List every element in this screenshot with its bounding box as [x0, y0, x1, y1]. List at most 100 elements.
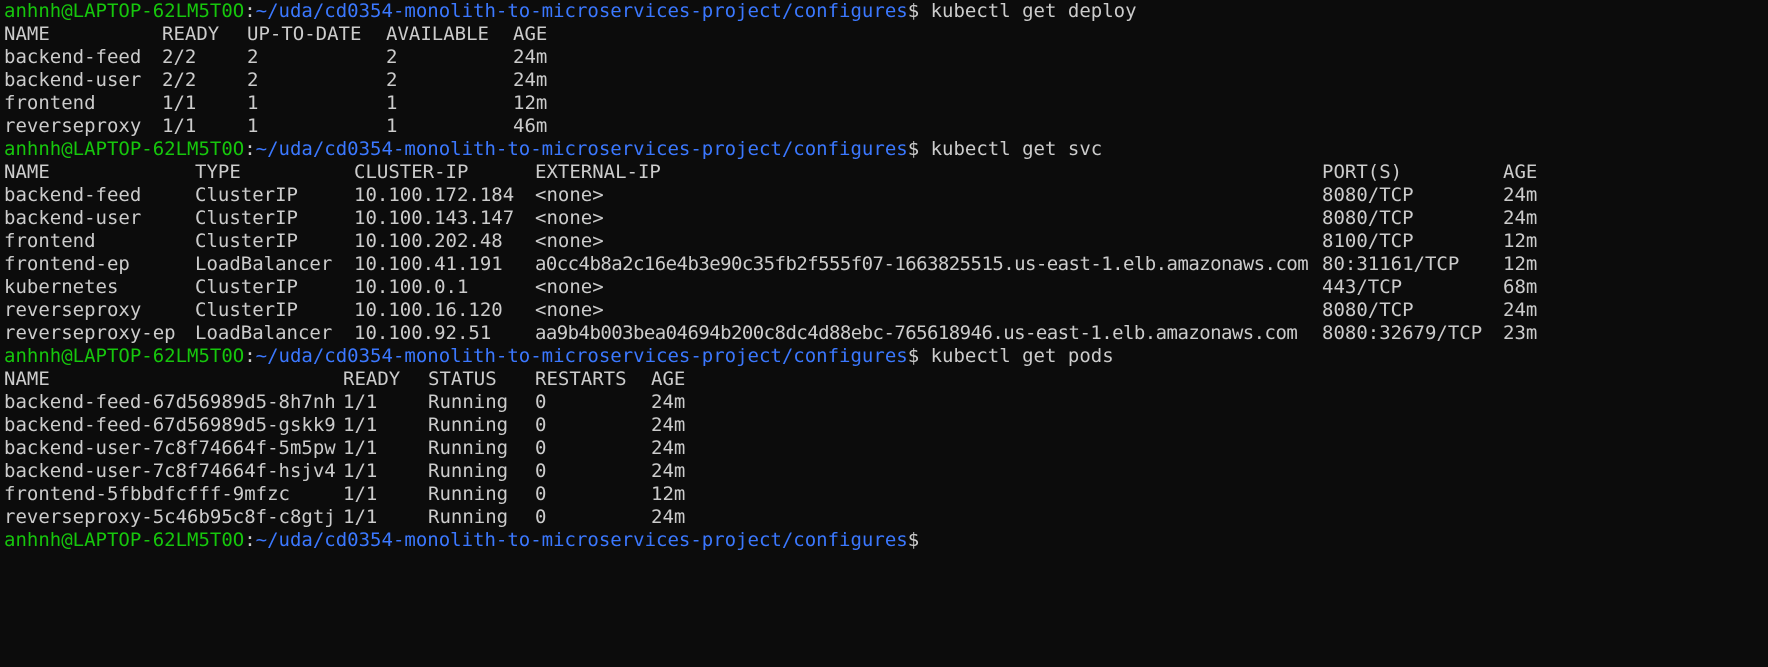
- table-cell: ClusterIP: [195, 207, 298, 229]
- table-cell: backend-feed: [4, 184, 142, 206]
- table-cell: 24m: [651, 437, 686, 459]
- column-header: NAME: [4, 161, 50, 183]
- table-cell: 24m: [651, 460, 686, 482]
- table-cell: reverseproxy-ep: [4, 322, 176, 344]
- table-cell: backend-feed: [4, 46, 142, 68]
- table-cell: Running: [428, 414, 509, 436]
- column-header: AGE: [651, 368, 686, 390]
- table-cell: 2/2: [162, 69, 197, 91]
- table-cell: 0: [535, 391, 547, 413]
- table-row: backend-feed-67d56989d5-gskk9 1/1 Runnin…: [4, 414, 1768, 437]
- prompt-line-svc: anhnh@LAPTOP-62LM5T0O:~/uda/cd0354-monol…: [4, 138, 1768, 161]
- table-cell: a0cc4b8a2c16e4b3e90c35fb2f555f07-1663825…: [535, 253, 1309, 275]
- command-text: kubectl get pods: [930, 345, 1114, 367]
- table-cell: 1: [386, 115, 398, 137]
- table-cell: <none>: [535, 207, 604, 229]
- table-cell: 8080:32679/TCP: [1322, 322, 1483, 344]
- table-row: reverseproxy-ep LoadBalancer 10.100.92.5…: [4, 322, 1768, 345]
- table-cell: 24m: [1503, 184, 1538, 206]
- table-cell: backend-user-7c8f74664f-hsjv4: [4, 460, 336, 482]
- table-cell: <none>: [535, 184, 604, 206]
- table-row: backend-user ClusterIP 10.100.143.147 <n…: [4, 207, 1768, 230]
- table-cell: 2: [386, 69, 398, 91]
- table-row: backend-feed ClusterIP 10.100.172.184 <n…: [4, 184, 1768, 207]
- table-cell: <none>: [535, 230, 604, 252]
- table-cell: 0: [535, 460, 547, 482]
- table-row: frontend-ep LoadBalancer 10.100.41.191 a…: [4, 253, 1768, 276]
- table-cell: 24m: [651, 414, 686, 436]
- table-cell: kubernetes: [4, 276, 119, 298]
- table-cell: 1/1: [162, 115, 197, 137]
- table-cell: ClusterIP: [195, 230, 298, 252]
- table-cell: frontend: [4, 230, 96, 252]
- table-row: frontend-5fbbdfcfff-9mfzc 1/1 Running 0 …: [4, 483, 1768, 506]
- column-header: NAME: [4, 368, 50, 390]
- prompt-separator: :: [244, 138, 256, 160]
- column-header: STATUS: [428, 368, 497, 390]
- table-cell: 68m: [1503, 276, 1538, 298]
- prompt-user-host: anhnh@LAPTOP-62LM5T0O: [4, 345, 245, 367]
- table-cell: reverseproxy: [4, 115, 142, 137]
- table-cell: ClusterIP: [195, 276, 298, 298]
- table-cell: 0: [535, 437, 547, 459]
- prompt-user-host: anhnh@LAPTOP-62LM5T0O: [4, 0, 245, 22]
- table-row: frontend ClusterIP 10.100.202.48 <none> …: [4, 230, 1768, 253]
- column-header: READY: [343, 368, 401, 390]
- table-cell: Running: [428, 437, 509, 459]
- table-row: backend-feed 2/2 2 2 24m: [4, 46, 1768, 69]
- table-cell: backend-feed-67d56989d5-gskk9: [4, 414, 336, 436]
- table-cell: ClusterIP: [195, 184, 298, 206]
- table-cell: 12m: [1503, 230, 1538, 252]
- table-row: reverseproxy ClusterIP 10.100.16.120 <no…: [4, 299, 1768, 322]
- table-row: reverseproxy-5c46b95c8f-c8gtj 1/1 Runnin…: [4, 506, 1768, 529]
- table-cell: 8080/TCP: [1322, 184, 1414, 206]
- table-cell: 10.100.172.184: [354, 184, 515, 206]
- table-cell: 12m: [651, 483, 686, 505]
- table-cell: 1/1: [343, 437, 378, 459]
- column-header: TYPE: [195, 161, 241, 183]
- pods-table-header: NAME READY STATUS RESTARTS AGE: [4, 368, 1768, 391]
- table-cell: 24m: [651, 391, 686, 413]
- table-cell: 12m: [1503, 253, 1538, 275]
- table-cell: 24m: [513, 46, 548, 68]
- table-cell: 1: [247, 115, 259, 137]
- table-cell: Running: [428, 460, 509, 482]
- prompt-symbol: $: [907, 0, 920, 22]
- table-cell: aa9b4b003bea04694b200c8dc4d88ebc-7656189…: [535, 322, 1298, 344]
- table-cell: 8100/TCP: [1322, 230, 1414, 252]
- column-header: CLUSTER-IP: [354, 161, 469, 183]
- table-cell: 8080/TCP: [1322, 299, 1414, 321]
- table-cell: 1: [247, 92, 259, 114]
- table-cell: frontend: [4, 92, 96, 114]
- table-cell: 1/1: [343, 414, 378, 436]
- table-cell: frontend-5fbbdfcfff-9mfzc: [4, 483, 290, 505]
- prompt-line-current[interactable]: anhnh@LAPTOP-62LM5T0O:~/uda/cd0354-monol…: [4, 529, 1768, 552]
- prompt-separator: :: [244, 345, 256, 367]
- table-cell: backend-user: [4, 69, 142, 91]
- table-cell: 0: [535, 506, 547, 528]
- table-cell: Running: [428, 483, 509, 505]
- column-header: AGE: [513, 23, 548, 45]
- table-cell: 46m: [513, 115, 548, 137]
- table-cell: 10.100.202.48: [354, 230, 503, 252]
- table-cell: 1/1: [343, 391, 378, 413]
- table-cell: 2: [247, 69, 259, 91]
- prompt-separator: :: [244, 529, 256, 551]
- table-cell: 2: [386, 46, 398, 68]
- table-cell: 10.100.41.191: [354, 253, 503, 275]
- table-cell: 80:31161/TCP: [1322, 253, 1460, 275]
- prompt-separator: :: [244, 0, 256, 22]
- table-cell: ClusterIP: [195, 299, 298, 321]
- prompt-user-host: anhnh@LAPTOP-62LM5T0O: [4, 529, 245, 551]
- terminal-window[interactable]: anhnh@LAPTOP-62LM5T0O:~/uda/cd0354-monol…: [0, 0, 1768, 581]
- table-cell: 10.100.92.51: [354, 322, 492, 344]
- table-row: frontend 1/1 1 1 12m: [4, 92, 1768, 115]
- table-cell: <none>: [535, 299, 604, 321]
- table-cell: 2: [247, 46, 259, 68]
- table-cell: Running: [428, 506, 509, 528]
- prompt-symbol: $: [907, 345, 920, 367]
- table-cell: Running: [428, 391, 509, 413]
- table-cell: 24m: [513, 69, 548, 91]
- table-cell: 10.100.16.120: [354, 299, 503, 321]
- deploy-table-header: NAME READY UP-TO-DATE AVAILABLE AGE: [4, 23, 1768, 46]
